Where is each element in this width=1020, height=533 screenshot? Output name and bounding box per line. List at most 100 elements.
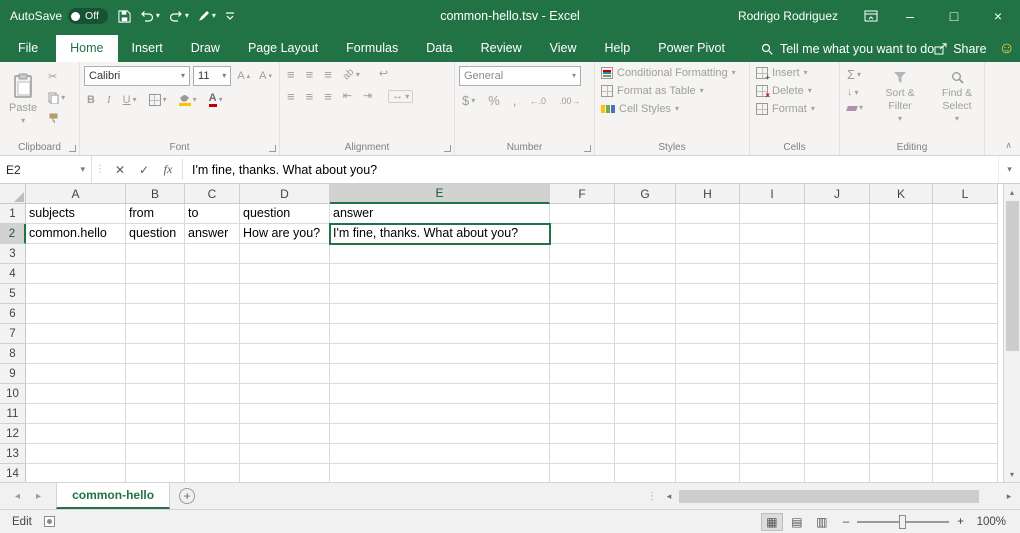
cell-I3[interactable] [740, 244, 805, 264]
column-header-K[interactable]: K [870, 184, 933, 204]
cell-E13[interactable] [330, 444, 550, 464]
cell-J12[interactable] [805, 424, 870, 444]
cell-B6[interactable] [126, 304, 185, 324]
scroll-right-icon[interactable]: ▸ [1001, 491, 1017, 502]
font-color-dropdown-icon[interactable]: ▾ [219, 96, 223, 104]
column-header-J[interactable]: J [805, 184, 870, 204]
cell-I1[interactable] [740, 204, 805, 224]
cell-J5[interactable] [805, 284, 870, 304]
cell-E4[interactable] [330, 264, 550, 284]
save-button[interactable] [118, 10, 131, 23]
comma-style-button[interactable]: , [510, 92, 520, 109]
cell-H1[interactable] [676, 204, 740, 224]
horizontal-scroll-track[interactable] [679, 490, 999, 503]
delete-cells-dropdown-icon[interactable]: ▾ [808, 87, 812, 95]
close-button[interactable]: × [976, 0, 1020, 32]
clear-dropdown-icon[interactable]: ▾ [859, 104, 863, 112]
cell-L8[interactable] [933, 344, 998, 364]
conditional-formatting-button[interactable]: Conditional Formatting ▾ [599, 66, 745, 80]
cell-C3[interactable] [185, 244, 240, 264]
cell-J10[interactable] [805, 384, 870, 404]
cell-J6[interactable] [805, 304, 870, 324]
zoom-level[interactable]: 100% [972, 516, 1006, 528]
copy-dropdown-icon[interactable]: ▾ [61, 94, 65, 102]
horizontal-scroll-thumb[interactable] [679, 490, 979, 503]
column-header-C[interactable]: C [185, 184, 240, 204]
zoom-out-button[interactable]: – [843, 516, 849, 528]
cell-F8[interactable] [550, 344, 615, 364]
cell-K12[interactable] [870, 424, 933, 444]
cell-H9[interactable] [676, 364, 740, 384]
cell-C10[interactable] [185, 384, 240, 404]
cell-C6[interactable] [185, 304, 240, 324]
number-format-dropdown-icon[interactable]: ▾ [572, 72, 576, 80]
fill-button[interactable]: ↓▾ [844, 85, 866, 100]
tab-help[interactable]: Help [591, 35, 645, 62]
cell-L11[interactable] [933, 404, 998, 424]
column-header-B[interactable]: B [126, 184, 185, 204]
cell-A7[interactable] [26, 324, 126, 344]
grow-font-button[interactable]: A▴ [234, 68, 253, 84]
row-header-9[interactable]: 9 [0, 364, 26, 384]
cell-J7[interactable] [805, 324, 870, 344]
cell-E8[interactable] [330, 344, 550, 364]
row-header-4[interactable]: 4 [0, 264, 26, 284]
cell-C12[interactable] [185, 424, 240, 444]
format-cells-dropdown-icon[interactable]: ▾ [811, 105, 815, 113]
row-header-8[interactable]: 8 [0, 344, 26, 364]
cell-I4[interactable] [740, 264, 805, 284]
column-header-L[interactable]: L [933, 184, 998, 204]
ribbon-display-options-button[interactable] [854, 0, 888, 32]
sheet-tab-common-hello[interactable]: common-hello [56, 483, 170, 509]
tell-me-box[interactable]: Tell me what you want to do [761, 35, 934, 62]
cell-L3[interactable] [933, 244, 998, 264]
cell-E3[interactable] [330, 244, 550, 264]
cell-H10[interactable] [676, 384, 740, 404]
cell-F10[interactable] [550, 384, 615, 404]
touch-mode-dropdown-icon[interactable]: ▾ [212, 12, 216, 20]
paste-dropdown-icon[interactable]: ▾ [21, 117, 25, 125]
autosave-toggle[interactable]: AutoSave Off [10, 8, 108, 24]
tab-file[interactable]: File [0, 35, 56, 62]
cell-L1[interactable] [933, 204, 998, 224]
cell-C5[interactable] [185, 284, 240, 304]
format-cells-button[interactable]: Format ▾ [754, 102, 835, 116]
cell-H6[interactable] [676, 304, 740, 324]
cell-F6[interactable] [550, 304, 615, 324]
cell-F3[interactable] [550, 244, 615, 264]
font-size-combo[interactable]: 11 ▾ [193, 66, 231, 86]
merge-center-button[interactable]: ↔▾ [388, 90, 413, 103]
share-button[interactable]: Share [934, 35, 998, 62]
cell-E5[interactable] [330, 284, 550, 304]
cell-B2[interactable]: question [126, 224, 185, 244]
cell-E1[interactable]: answer [330, 204, 550, 224]
cell-E14[interactable] [330, 464, 550, 482]
scroll-down-icon[interactable]: ▾ [1004, 466, 1020, 482]
cell-G11[interactable] [615, 404, 676, 424]
underline-dropdown-icon[interactable]: ▾ [133, 96, 137, 104]
cell-H2[interactable] [676, 224, 740, 244]
cell-H7[interactable] [676, 324, 740, 344]
cell-K6[interactable] [870, 304, 933, 324]
cell-D14[interactable] [240, 464, 330, 482]
zoom-in-button[interactable]: + [957, 516, 964, 528]
cell-A5[interactable] [26, 284, 126, 304]
cell-A6[interactable] [26, 304, 126, 324]
cell-A3[interactable] [26, 244, 126, 264]
expand-formula-bar-icon[interactable]: ▾ [998, 156, 1020, 183]
font-name-dropdown-icon[interactable]: ▾ [181, 72, 185, 80]
cell-B1[interactable]: from [126, 204, 185, 224]
column-header-H[interactable]: H [676, 184, 740, 204]
find-select-dropdown-icon[interactable]: ▾ [955, 115, 959, 123]
decrease-decimal-button[interactable]: .00→ [556, 94, 584, 108]
orientation-dropdown-icon[interactable]: ▾ [356, 71, 360, 79]
cell-D12[interactable] [240, 424, 330, 444]
cell-A1[interactable]: subjects [26, 204, 126, 224]
tab-power-pivot[interactable]: Power Pivot [644, 35, 739, 62]
cell-I7[interactable] [740, 324, 805, 344]
cell-E6[interactable] [330, 304, 550, 324]
cell-B9[interactable] [126, 364, 185, 384]
cell-G12[interactable] [615, 424, 676, 444]
vertical-scrollbar[interactable]: ▴ ▾ [1003, 184, 1020, 482]
conditional-formatting-dropdown-icon[interactable]: ▾ [732, 69, 736, 77]
